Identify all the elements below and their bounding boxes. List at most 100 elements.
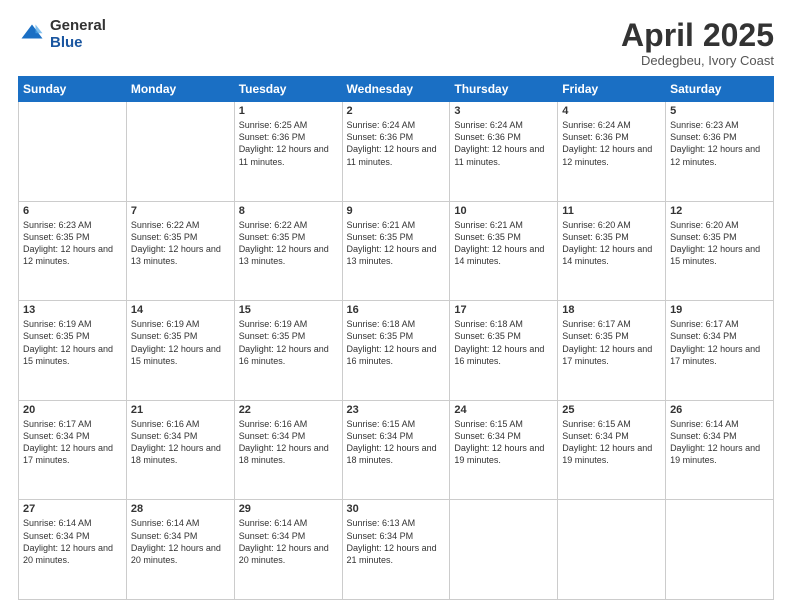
page: General Blue April 2025 Dedegbeu, Ivory … [0, 0, 792, 612]
logo-text: General Blue [50, 18, 106, 51]
day-info: Sunrise: 6:24 AM Sunset: 6:36 PM Dayligh… [347, 119, 446, 168]
table-row: 21 Sunrise: 6:16 AM Sunset: 6:34 PM Dayli… [126, 400, 234, 500]
table-row: 6 Sunrise: 6:23 AM Sunset: 6:35 PM Daylig… [19, 201, 127, 301]
day-number: 29 [239, 503, 338, 515]
day-info: Sunrise: 6:13 AM Sunset: 6:34 PM Dayligh… [347, 517, 446, 566]
day-number: 9 [347, 205, 446, 217]
table-row: 16Sunrise: 6:18 AM Sunset: 6:35 PM Dayli… [342, 301, 450, 401]
day-info: Sunrise: 6:15 AM Sunset: 6:34 PM Dayligh… [347, 418, 446, 467]
header-sunday: Sunday [19, 77, 127, 102]
day-info: Sunrise: 6:16 AM Sunset: 6:34 PM Dayligh… [131, 418, 230, 467]
table-row: 27Sunrise: 6:14 AM Sunset: 6:34 PM Dayli… [19, 500, 127, 600]
calendar-subtitle: Dedegbeu, Ivory Coast [621, 53, 774, 68]
table-row: 12 Sunrise: 6:20 AM Sunset: 6:35 PM Dayli… [666, 201, 774, 301]
day-number: 2 [347, 105, 446, 117]
table-row: 15Sunrise: 6:19 AM Sunset: 6:35 PM Dayli… [234, 301, 342, 401]
day-number: 25 [562, 404, 661, 416]
calendar-table: Sunday Monday Tuesday Wednesday Thursday… [18, 76, 774, 600]
day-info: Sunrise: 6:19 AM Sunset: 6:35 PM Dayligh… [239, 318, 338, 367]
day-info: Sunrise: 6:17 AM Sunset: 6:34 PM Dayligh… [23, 418, 122, 467]
table-row: 24Sunrise: 6:15 AM Sunset: 6:34 PM Dayli… [450, 400, 558, 500]
day-info: Sunrise: 6:21 AM Sunset: 6:35 PM Dayligh… [454, 219, 553, 268]
day-number: 4 [562, 105, 661, 117]
day-info: Sunrise: 6:20 AM Sunset: 6:35 PM Dayligh… [670, 219, 769, 268]
logo-general: General [50, 18, 106, 35]
header-wednesday: Wednesday [342, 77, 450, 102]
day-number: 5 [670, 105, 769, 117]
calendar-header-row: Sunday Monday Tuesday Wednesday Thursday… [19, 77, 774, 102]
logo: General Blue [18, 18, 106, 51]
day-info: Sunrise: 6:23 AM Sunset: 6:36 PM Dayligh… [670, 119, 769, 168]
day-number: 18 [562, 304, 661, 316]
table-row: 11 Sunrise: 6:20 AM Sunset: 6:35 PM Dayli… [558, 201, 666, 301]
day-number: 11 [562, 205, 661, 217]
table-row: 2 Sunrise: 6:24 AM Sunset: 6:36 PM Daylig… [342, 102, 450, 202]
logo-blue: Blue [50, 35, 106, 52]
table-row: 19 Sunrise: 6:17 AM Sunset: 6:34 PM Dayli… [666, 301, 774, 401]
calendar-week-row: 1 Sunrise: 6:25 AM Sunset: 6:36 PM Daylig… [19, 102, 774, 202]
day-number: 12 [670, 205, 769, 217]
calendar-week-row: 6 Sunrise: 6:23 AM Sunset: 6:35 PM Daylig… [19, 201, 774, 301]
table-row: 22 Sunrise: 6:16 AM Sunset: 6:34 PM Dayli… [234, 400, 342, 500]
calendar-week-row: 20Sunrise: 6:17 AM Sunset: 6:34 PM Dayli… [19, 400, 774, 500]
table-row: 5 Sunrise: 6:23 AM Sunset: 6:36 PM Daylig… [666, 102, 774, 202]
table-row: 7Sunrise: 6:22 AM Sunset: 6:35 PM Daylig… [126, 201, 234, 301]
table-row: 18 Sunrise: 6:17 AM Sunset: 6:35 PM Dayli… [558, 301, 666, 401]
day-info: Sunrise: 6:20 AM Sunset: 6:35 PM Dayligh… [562, 219, 661, 268]
day-info: Sunrise: 6:24 AM Sunset: 6:36 PM Dayligh… [454, 119, 553, 168]
day-number: 6 [23, 205, 122, 217]
day-info: Sunrise: 6:21 AM Sunset: 6:35 PM Dayligh… [347, 219, 446, 268]
day-info: Sunrise: 6:17 AM Sunset: 6:34 PM Dayligh… [670, 318, 769, 367]
day-info: Sunrise: 6:19 AM Sunset: 6:35 PM Dayligh… [131, 318, 230, 367]
day-number: 27 [23, 503, 122, 515]
day-number: 3 [454, 105, 553, 117]
header-thursday: Thursday [450, 77, 558, 102]
header-monday: Monday [126, 77, 234, 102]
day-info: Sunrise: 6:15 AM Sunset: 6:34 PM Dayligh… [454, 418, 553, 467]
table-row: 4Sunrise: 6:24 AM Sunset: 6:36 PM Daylig… [558, 102, 666, 202]
table-row: 3 Sunrise: 6:24 AM Sunset: 6:36 PM Daylig… [450, 102, 558, 202]
table-row: 30 Sunrise: 6:13 AM Sunset: 6:34 PM Dayli… [342, 500, 450, 600]
day-info: Sunrise: 6:22 AM Sunset: 6:35 PM Dayligh… [131, 219, 230, 268]
logo-icon [18, 21, 46, 49]
day-info: Sunrise: 6:15 AM Sunset: 6:34 PM Dayligh… [562, 418, 661, 467]
day-number: 16 [347, 304, 446, 316]
header-tuesday: Tuesday [234, 77, 342, 102]
table-row [126, 102, 234, 202]
table-row: 10 Sunrise: 6:21 AM Sunset: 6:35 PM Dayli… [450, 201, 558, 301]
day-info: Sunrise: 6:17 AM Sunset: 6:35 PM Dayligh… [562, 318, 661, 367]
header-saturday: Saturday [666, 77, 774, 102]
day-number: 26 [670, 404, 769, 416]
table-row: 23 Sunrise: 6:15 AM Sunset: 6:34 PM Dayli… [342, 400, 450, 500]
table-row [666, 500, 774, 600]
day-info: Sunrise: 6:14 AM Sunset: 6:34 PM Dayligh… [239, 517, 338, 566]
table-row: 8Sunrise: 6:22 AM Sunset: 6:35 PM Daylig… [234, 201, 342, 301]
table-row: 26Sunrise: 6:14 AM Sunset: 6:34 PM Dayli… [666, 400, 774, 500]
header: General Blue April 2025 Dedegbeu, Ivory … [18, 18, 774, 68]
day-info: Sunrise: 6:25 AM Sunset: 6:36 PM Dayligh… [239, 119, 338, 168]
table-row: 29 Sunrise: 6:14 AM Sunset: 6:34 PM Dayli… [234, 500, 342, 600]
day-number: 28 [131, 503, 230, 515]
calendar-title: April 2025 [621, 18, 774, 53]
day-number: 19 [670, 304, 769, 316]
day-info: Sunrise: 6:23 AM Sunset: 6:35 PM Dayligh… [23, 219, 122, 268]
calendar-week-row: 27 Sunrise: 6:14 AM Sunset: 6:34 PM Dayli… [19, 500, 774, 600]
table-row: 9 Sunrise: 6:21 AM Sunset: 6:35 PM Daylig… [342, 201, 450, 301]
day-info: Sunrise: 6:18 AM Sunset: 6:35 PM Dayligh… [454, 318, 553, 367]
day-number: 22 [239, 404, 338, 416]
table-row: 17Sunrise: 6:18 AM Sunset: 6:35 PM Dayli… [450, 301, 558, 401]
day-info: Sunrise: 6:19 AM Sunset: 6:35 PM Dayligh… [23, 318, 122, 367]
day-info: Sunrise: 6:22 AM Sunset: 6:35 PM Dayligh… [239, 219, 338, 268]
table-row [19, 102, 127, 202]
day-number: 30 [347, 503, 446, 515]
day-info: Sunrise: 6:14 AM Sunset: 6:34 PM Dayligh… [131, 517, 230, 566]
day-number: 10 [454, 205, 553, 217]
table-row: 1 Sunrise: 6:25 AM Sunset: 6:36 PM Daylig… [234, 102, 342, 202]
day-number: 21 [131, 404, 230, 416]
day-number: 1 [239, 105, 338, 117]
table-row [558, 500, 666, 600]
day-info: Sunrise: 6:16 AM Sunset: 6:34 PM Dayligh… [239, 418, 338, 467]
table-row: 14Sunrise: 6:19 AM Sunset: 6:35 PM Dayli… [126, 301, 234, 401]
title-block: April 2025 Dedegbeu, Ivory Coast [621, 18, 774, 68]
day-number: 23 [347, 404, 446, 416]
